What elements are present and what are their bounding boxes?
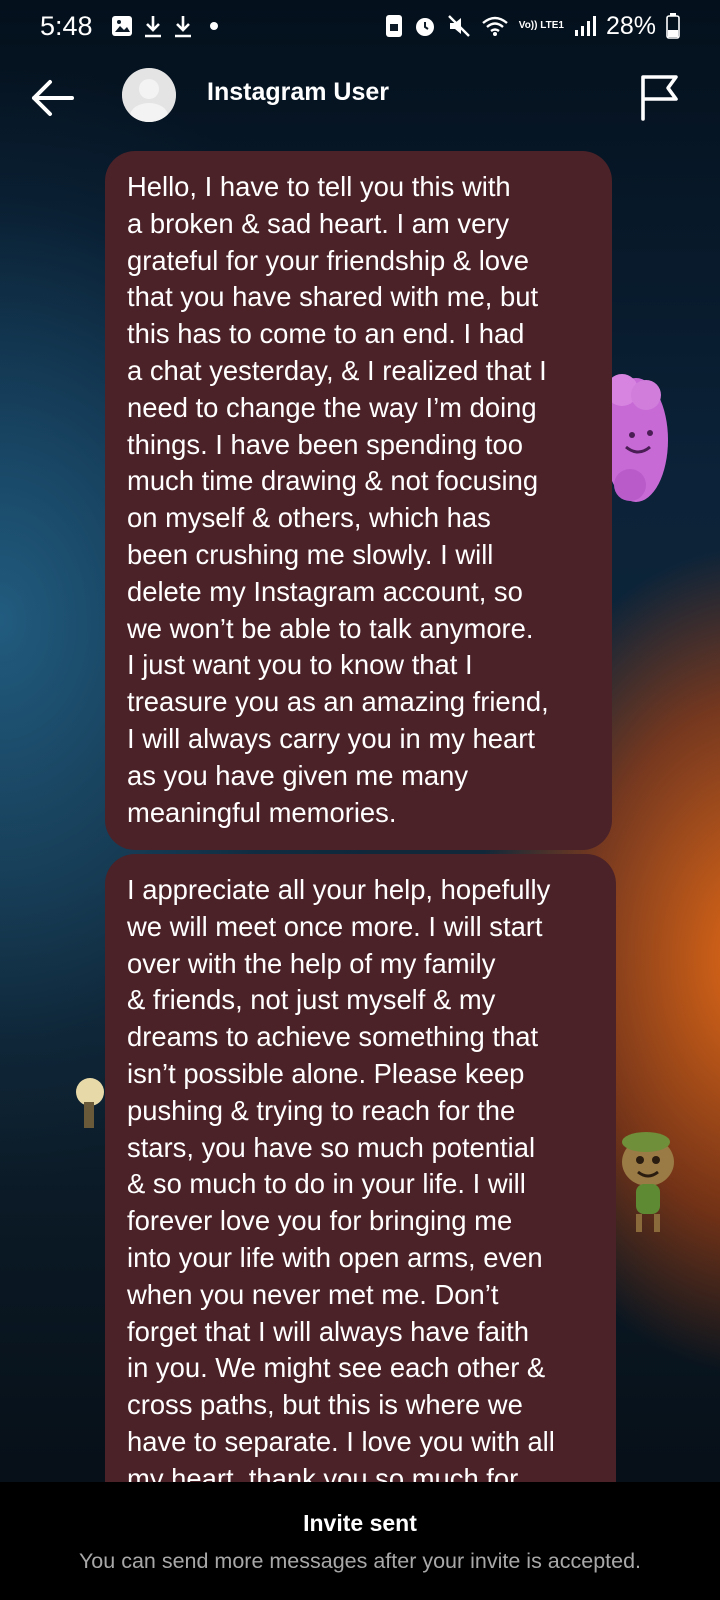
status-bar: 5:48 Vo)) LTE1 28% (0, 0, 720, 52)
arrow-left-icon (32, 80, 74, 116)
chat-username[interactable]: Instagram User (207, 78, 389, 107)
gallery-icon (111, 13, 133, 39)
battery-icon (666, 13, 680, 39)
download-icon (173, 13, 193, 39)
alarm-icon (413, 13, 437, 39)
mute-icon (447, 13, 471, 39)
default-user-icon (122, 68, 176, 122)
chat-header: Instagram User (0, 56, 720, 140)
status-time: 5:48 (40, 10, 93, 41)
message-bubble[interactable]: Hello, I have to tell you this with a br… (105, 151, 612, 850)
dot-icon (209, 13, 219, 39)
battery-percent: 28% (605, 11, 656, 40)
plant-character-sticker (622, 1132, 674, 1232)
screen-lock-icon (385, 13, 403, 39)
volte-icon: Vo)) LTE1 (519, 13, 564, 39)
small-character-sticker (76, 1078, 104, 1128)
invite-sent-subtitle: You can send more messages after your in… (78, 1549, 642, 1573)
flag-icon (641, 75, 678, 121)
wifi-icon (481, 13, 509, 39)
download-icon (143, 13, 163, 39)
back-button[interactable] (28, 76, 76, 120)
volte-label: Vo)) LTE1 (518, 20, 564, 31)
invite-sent-title: Invite sent (303, 1510, 417, 1536)
signal-icon (574, 13, 596, 39)
report-flag-button[interactable] (638, 73, 682, 121)
avatar[interactable] (122, 68, 176, 122)
invite-status-footer: Invite sent You can send more messages a… (0, 1482, 720, 1600)
